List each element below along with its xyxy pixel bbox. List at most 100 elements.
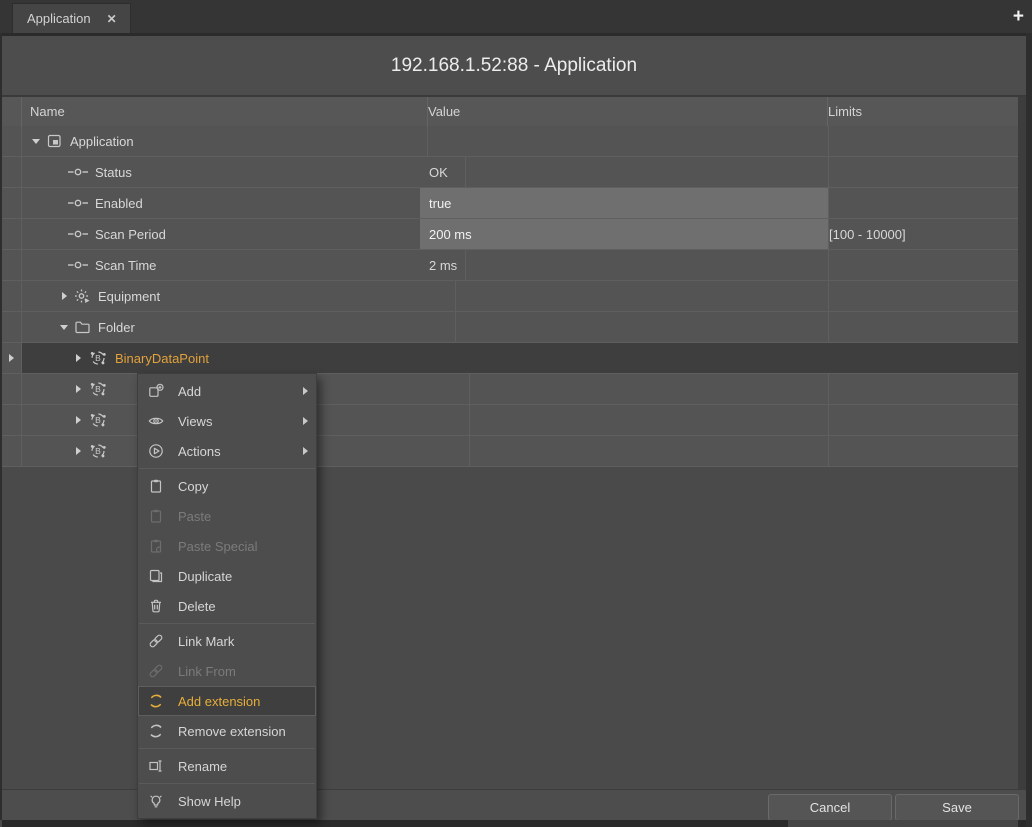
new-tab-button[interactable]: + — [1013, 4, 1024, 30]
tree-row-equipment[interactable]: Equipment — [2, 281, 1018, 312]
horizontal-scrollbar-thumb[interactable] — [788, 820, 1018, 827]
name-cell[interactable]: Scan Time — [22, 250, 466, 280]
paste-icon — [148, 508, 167, 524]
close-icon[interactable]: ✕ — [107, 12, 117, 26]
limits-cell[interactable] — [820, 374, 1027, 404]
row-gutter[interactable] — [2, 188, 22, 218]
value-cell-editable[interactable]: true — [420, 188, 829, 218]
value-cell[interactable]: 2 ms — [420, 250, 829, 280]
tree-row-application[interactable]: Application — [2, 126, 1018, 157]
value-cell[interactable] — [420, 436, 829, 466]
tree-row-enabled[interactable]: Enabled true — [2, 188, 1018, 219]
limits-cell[interactable] — [820, 188, 1027, 218]
menu-item-add[interactable]: Add — [138, 376, 316, 406]
table-header: Name Value Limits — [2, 97, 1018, 127]
application-icon — [46, 133, 63, 149]
binary-datapoint-icon: B — [88, 380, 108, 398]
tree-row-scan-period[interactable]: Scan Period 200 ms [100 - 10000] — [2, 219, 1018, 250]
menu-item-link-from[interactable]: Link From — [138, 656, 316, 686]
expand-arrow-icon[interactable] — [72, 354, 84, 362]
menu-item-remove-extension[interactable]: Remove extension — [138, 716, 316, 746]
menu-item-paste[interactable]: Paste — [138, 501, 316, 531]
expand-arrow-icon[interactable] — [58, 325, 70, 330]
value-cell[interactable] — [420, 343, 829, 373]
tab-label: Application — [27, 11, 91, 26]
expand-arrow-icon[interactable] — [30, 139, 42, 144]
trash-icon — [148, 598, 167, 614]
vertical-scrollbar[interactable] — [1018, 97, 1026, 789]
save-button[interactable]: Save — [895, 794, 1019, 821]
value-cell[interactable] — [420, 126, 829, 156]
row-gutter[interactable] — [2, 219, 22, 249]
limits-cell[interactable] — [820, 157, 1027, 187]
expand-arrow-icon[interactable] — [72, 385, 84, 393]
row-gutter[interactable] — [2, 250, 22, 280]
value-cell[interactable] — [420, 312, 829, 342]
submenu-arrow-icon — [303, 387, 308, 395]
menu-item-views[interactable]: Views — [138, 406, 316, 436]
link-icon — [148, 663, 167, 679]
menu-item-link-mark[interactable]: Link Mark — [138, 626, 316, 656]
name-cell[interactable]: Status — [22, 157, 466, 187]
tree-row-status[interactable]: Status OK — [2, 157, 1018, 188]
limits-cell[interactable] — [820, 343, 1027, 373]
name-cell[interactable]: B BinaryDataPoint — [22, 343, 470, 373]
name-cell[interactable]: Enabled — [22, 188, 466, 218]
row-gutter[interactable] — [2, 312, 22, 342]
limits-cell[interactable]: [100 - 10000] — [820, 219, 1027, 249]
menu-item-add-extension[interactable]: Add extension — [138, 686, 316, 716]
tab-application[interactable]: Application ✕ — [12, 3, 131, 33]
application-window: Application ✕ + 192.168.1.52:88 - Applic… — [0, 0, 1032, 827]
row-gutter[interactable] — [2, 157, 22, 187]
column-header-gutter — [2, 97, 22, 126]
horizontal-scrollbar[interactable] — [2, 820, 1026, 827]
value-cell[interactable] — [420, 374, 829, 404]
value-cell[interactable] — [420, 405, 829, 435]
tree-row-scan-time[interactable]: Scan Time 2 ms — [2, 250, 1018, 281]
expand-arrow-icon[interactable] — [72, 416, 84, 424]
row-gutter[interactable] — [2, 374, 22, 404]
row-gutter[interactable] — [2, 436, 22, 466]
column-header-value[interactable]: Value — [420, 97, 828, 126]
value-cell-editable[interactable]: 200 ms — [420, 219, 829, 249]
menu-item-delete[interactable]: Delete — [138, 591, 316, 621]
value-cell[interactable]: OK — [420, 157, 829, 187]
attribute-icon — [68, 164, 88, 180]
limits-cell[interactable] — [820, 126, 1027, 156]
window-right-edge — [1026, 33, 1032, 827]
cancel-button[interactable]: Cancel — [768, 794, 892, 821]
name-cell[interactable]: Equipment — [22, 281, 456, 311]
name-cell[interactable]: Application — [22, 126, 428, 156]
menu-item-show-help[interactable]: Show Help — [138, 786, 316, 816]
limits-cell[interactable] — [820, 250, 1027, 280]
submenu-arrow-icon — [303, 447, 308, 455]
folder-icon — [74, 319, 91, 335]
extension-arcs-icon — [148, 723, 167, 739]
expand-arrow-icon[interactable] — [58, 292, 70, 300]
limits-cell[interactable] — [820, 312, 1027, 342]
menu-item-rename[interactable]: Rename — [138, 751, 316, 781]
binary-datapoint-icon: B — [88, 349, 108, 367]
row-gutter[interactable] — [2, 126, 22, 156]
tree-row-folder[interactable]: Folder — [2, 312, 1018, 343]
name-cell[interactable]: Folder — [22, 312, 456, 342]
menu-item-actions[interactable]: Actions — [138, 436, 316, 466]
tree-row-binarydatapoint[interactable]: B BinaryDataPoint — [2, 343, 1018, 374]
menu-item-copy[interactable]: Copy — [138, 471, 316, 501]
value-cell[interactable] — [420, 281, 829, 311]
column-header-name[interactable]: Name — [22, 97, 428, 126]
menu-item-paste-special[interactable]: Paste Special — [138, 531, 316, 561]
attribute-icon — [68, 226, 88, 242]
menu-item-duplicate[interactable]: Duplicate — [138, 561, 316, 591]
expand-arrow-icon[interactable] — [72, 447, 84, 455]
row-gutter[interactable] — [2, 405, 22, 435]
column-header-limits[interactable]: Limits — [820, 97, 1026, 126]
attribute-icon — [68, 257, 88, 273]
row-gutter-selected[interactable] — [2, 343, 22, 373]
limits-cell[interactable] — [820, 436, 1027, 466]
binary-datapoint-icon: B — [88, 442, 108, 460]
row-gutter[interactable] — [2, 281, 22, 311]
name-cell[interactable]: Scan Period — [22, 219, 466, 249]
limits-cell[interactable] — [820, 405, 1027, 435]
limits-cell[interactable] — [820, 281, 1027, 311]
